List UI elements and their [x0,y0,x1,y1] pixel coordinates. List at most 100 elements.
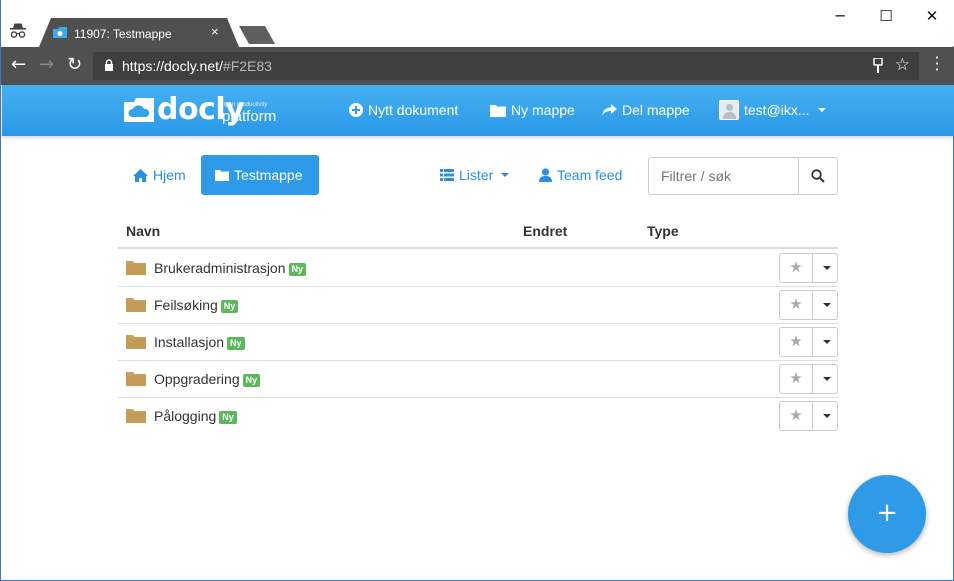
back-arrow-icon[interactable]: ← [11,55,26,75]
row-name[interactable]: Pålogging Ny [154,408,237,424]
new-tab-button[interactable] [239,26,275,44]
incognito-icon [10,23,26,38]
table-row[interactable]: Oppgradering Ny ★ [118,361,838,398]
row-name-label: Pålogging [154,408,217,424]
favorite-star-button[interactable]: ★ [779,364,813,394]
table-row[interactable]: Pålogging Ny ★ [118,398,838,435]
docly-logo[interactable]: docly open productivity platform [124,92,284,131]
browser-toolbar: ← → ↻ https://docly.net/#F2E83 ☆ · · · [1,47,954,85]
user-icon [539,168,552,182]
chevron-down-icon [822,303,831,307]
share-folder-label: Del mappe [622,102,690,118]
browser-menu-icon[interactable]: · · · [931,50,943,78]
folder-icon [126,372,146,386]
row-actions: ★ [779,327,838,357]
row-dropdown-button[interactable] [813,401,838,431]
row-dropdown-button[interactable] [813,253,838,283]
folder-icon [126,261,146,275]
plus-circle-icon [349,103,363,117]
search-icon [811,169,825,183]
address-bar[interactable]: https://docly.net/#F2E83 ☆ [93,52,919,80]
home-icon [133,168,148,182]
folder-icon [126,298,146,312]
new-badge: Ny [288,263,307,276]
logo-platform: platform [222,108,277,125]
user-menu[interactable]: test@ikx... [719,100,826,120]
new-document-button[interactable]: Nytt dokument [349,102,458,118]
breadcrumb-current-folder[interactable]: Testmappe [201,155,319,195]
new-badge: Ny [220,300,239,313]
lists-label: Lister [459,167,494,183]
new-badge: Ny [242,374,261,387]
share-arrow-icon [602,103,617,116]
row-name[interactable]: Feilsøking Ny [154,297,239,313]
row-actions: ★ [779,290,838,320]
app-navbar: docly open productivity platform Nytt do… [2,85,954,136]
lists-dropdown[interactable]: Lister [440,167,510,183]
row-name-label: Brukeradministrasjon [154,260,286,276]
tab-close-icon[interactable]: × [211,25,219,39]
table-header: Navn Endret Type [118,222,838,249]
row-dropdown-button[interactable] [813,290,838,320]
user-name: test@ikx... [744,102,810,118]
folder-icon [490,104,506,117]
row-name-label: Oppgradering [154,371,240,387]
table-row[interactable]: Brukeradministrasjon Ny ★ [118,250,838,287]
url-fragment: #F2E83 [222,58,272,74]
favorite-star-button[interactable]: ★ [779,401,813,431]
maximize-icon[interactable]: ☐ [863,0,909,32]
row-actions: ★ [779,364,838,394]
new-document-label: Nytt dokument [368,102,459,118]
browser-window: 11907: Testmappe × ─ ☐ ✕ ← → ↻ https://d… [0,0,954,581]
breadcrumb-current-label: Testmappe [234,167,303,183]
team-feed-link[interactable]: Team feed [539,167,622,183]
url-text: https://docly.net/#F2E83 [122,58,272,74]
chevron-down-icon [822,377,831,381]
bookmark-star-icon[interactable]: ☆ [895,55,910,75]
row-name-label: Feilsøking [154,297,218,313]
url-host: https://docly.net/ [122,58,223,74]
table-row[interactable]: Feilsøking Ny ★ [118,287,838,324]
row-name[interactable]: Brukeradministrasjon Ny [154,260,307,276]
row-dropdown-button[interactable] [813,327,838,357]
favorite-star-button[interactable]: ★ [779,290,813,320]
chevron-down-icon [501,173,510,177]
row-name[interactable]: Installasjon Ny [154,334,245,350]
column-header-name[interactable]: Navn [126,223,160,239]
favorite-star-button[interactable]: ★ [779,253,813,283]
row-dropdown-button[interactable] [813,364,838,394]
key-icon[interactable] [873,58,883,74]
row-actions: ★ [779,401,838,431]
breadcrumb-home-label: Hjem [153,167,186,183]
column-header-changed[interactable]: Endret [523,223,567,239]
breadcrumb-home[interactable]: Hjem [118,155,200,195]
new-folder-label: Ny mappe [511,102,575,118]
list-icon [440,169,454,181]
chevron-down-icon [822,414,831,418]
new-folder-button[interactable]: Ny mappe [490,102,575,118]
new-badge: Ny [227,337,245,350]
folder-icon [126,409,146,423]
column-header-type[interactable]: Type [647,223,679,239]
close-window-icon[interactable]: ✕ [909,0,954,32]
search-button[interactable] [798,157,838,195]
share-folder-button[interactable]: Del mappe [602,102,690,118]
search-input[interactable] [648,157,799,195]
forward-arrow-icon[interactable]: → [39,55,54,75]
new-badge: Ny [219,411,237,424]
row-name[interactable]: Oppgradering Ny [154,371,261,387]
team-feed-label: Team feed [557,167,623,183]
minimize-icon[interactable]: ─ [817,0,863,32]
table-row[interactable]: Installasjon Ny ★ [118,324,838,361]
chevron-down-icon [822,266,831,270]
chevron-down-icon [822,340,831,344]
row-name-label: Installasjon [154,334,225,350]
window-controls: ─ ☐ ✕ [817,0,954,32]
lock-icon [105,59,113,71]
tab-title: 11907: Testmappe [74,27,172,41]
add-fab-button[interactable]: + [848,475,926,553]
avatar [719,100,739,120]
favorite-star-button[interactable]: ★ [779,327,813,357]
folder-cloud-logo-icon [124,98,154,122]
reload-icon[interactable]: ↻ [67,55,82,75]
